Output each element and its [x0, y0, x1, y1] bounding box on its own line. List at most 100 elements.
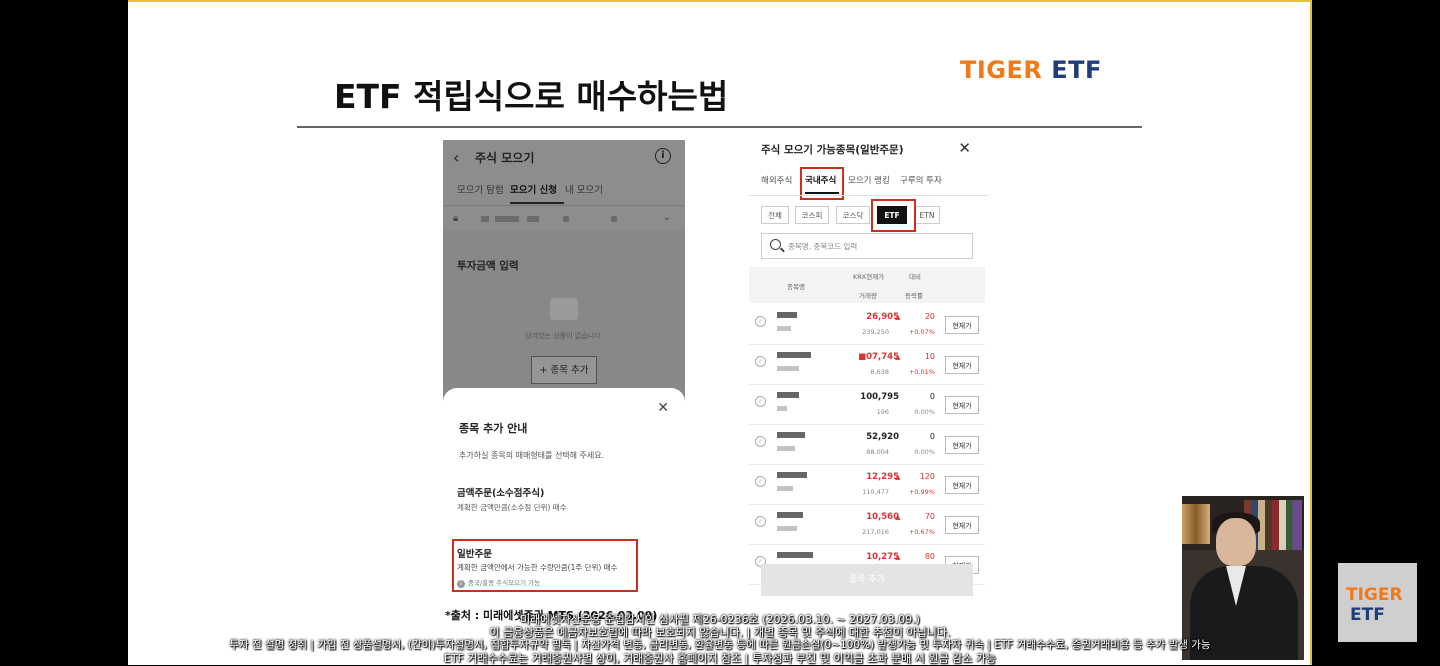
highlight-box — [871, 199, 916, 232]
table-header: 종목명 KRX현재가 거래량 대비 등락률 — [749, 267, 985, 303]
tab-ranking[interactable]: 모으기 랭킹 — [848, 174, 890, 186]
masked-name — [777, 392, 799, 398]
change: 0 — [929, 432, 935, 441]
change: 20 — [924, 312, 935, 321]
up-arrow-icon: ▲ — [895, 553, 901, 561]
search-icon — [770, 239, 781, 250]
lock-icon: 🔒︎ — [453, 213, 459, 224]
chip-kospi[interactable]: 코스피 — [795, 206, 829, 224]
column-change: 대비 — [909, 273, 921, 281]
check-icon[interactable]: ✓ — [755, 476, 766, 487]
option-general-order[interactable]: 일반주문 — [457, 546, 492, 560]
masked-name — [777, 446, 795, 451]
current-price-button[interactable]: 현재가 — [945, 436, 979, 454]
section-title: 투자금액 입력 — [457, 260, 519, 272]
masked-name — [777, 352, 811, 358]
up-arrow-icon: ▲ — [895, 473, 901, 481]
close-icon[interactable]: ✕ — [657, 400, 669, 416]
search-placeholder: 종목명, 종목코드 입력 — [788, 242, 858, 251]
slide-title: ETF 적립식으로 매수하는법 — [334, 77, 729, 116]
masked-account — [611, 216, 617, 222]
tab-guru[interactable]: 구루의 투자 — [900, 174, 942, 186]
masked-name — [777, 472, 807, 478]
masked-name — [777, 432, 805, 438]
column-rate: 등락률 — [905, 292, 923, 300]
change: 10 — [924, 352, 935, 361]
chip-etn[interactable]: ETN — [914, 206, 940, 224]
masked-name — [777, 486, 793, 491]
rate: +0.07% — [908, 328, 935, 336]
rate: +0.99% — [908, 488, 935, 496]
rate: +0.01% — [908, 368, 935, 376]
chip-kosdaq[interactable]: 코스닥 — [836, 206, 870, 224]
screen-title: 주식 모으기 — [475, 151, 535, 165]
change: 70 — [924, 512, 935, 521]
close-icon[interactable]: ✕ — [958, 139, 971, 157]
info-icon[interactable]: i — [655, 148, 671, 164]
bottom-sheet: ✕ 종목 추가 안내 추가하실 종목의 매매형태를 선택해 주세요. 금액주문(… — [443, 388, 685, 600]
tab-overseas[interactable]: 해외주식 — [761, 174, 792, 186]
check-icon[interactable]: ✓ — [755, 316, 766, 327]
add-stock-button[interactable]: + 종목 추가 — [531, 356, 597, 384]
change: 120 — [919, 472, 935, 481]
rate: +0.67% — [908, 528, 935, 536]
frame-border — [1310, 0, 1312, 665]
tab-explore[interactable]: 모으기 탐험 — [457, 182, 504, 196]
price: 52,920 — [866, 432, 899, 442]
info-icon: i — [457, 580, 465, 588]
search-input[interactable]: 종목명, 종목코드 입력 — [761, 233, 973, 259]
volume: 110,477 — [862, 488, 889, 496]
rate: 0.00% — [914, 408, 935, 416]
sheet-title: 종목 추가 안내 — [459, 422, 528, 435]
chevron-down-icon[interactable]: ⌄ — [663, 212, 671, 223]
table-row[interactable]: ✓ 10,560 ▲ 217,016 70 +0.67% 현재가 — [749, 504, 985, 545]
up-arrow-icon: ▲ — [895, 513, 901, 521]
tab-my[interactable]: 내 모으기 — [565, 182, 603, 196]
option-amount-desc: 계획한 금액만큼(소수점 단위) 매수 — [457, 503, 567, 512]
current-price-button[interactable]: 현재가 — [945, 516, 979, 534]
left-phone-screen: ‹ 주식 모으기 i 모으기 탐험 모으기 신청 내 모으기 🔒︎ ⌄ 투자금액… — [443, 140, 685, 600]
check-icon[interactable]: ✓ — [755, 356, 766, 367]
current-price-button[interactable]: 현재가 — [945, 396, 979, 414]
current-price-button[interactable]: 현재가 — [945, 316, 979, 334]
volume: 8,638 — [870, 368, 889, 376]
price: 100,795 — [860, 392, 899, 402]
change: 80 — [924, 552, 935, 561]
current-price-button[interactable]: 현재가 — [945, 476, 979, 494]
current-price-button[interactable]: 현재가 — [945, 356, 979, 374]
column-volume: 거래량 — [859, 292, 877, 300]
rate: 0.00% — [914, 448, 935, 456]
sheet-description: 추가하실 종목의 매매형태를 선택해 주세요. — [459, 451, 605, 460]
masked-name — [777, 406, 787, 411]
check-icon[interactable]: ✓ — [755, 436, 766, 447]
table-row[interactable]: ✓ 52,920 88,004 0 0.00% 현재가 — [749, 424, 985, 465]
masked-account — [495, 216, 519, 222]
table-row[interactable]: ✓ ■07,745 ▲ 8,638 10 +0.01% 현재가 — [749, 344, 985, 385]
check-icon[interactable]: ✓ — [755, 516, 766, 527]
column-name: 종목명 — [787, 283, 805, 291]
chevron-left-icon[interactable]: ‹ — [453, 148, 459, 167]
table-row[interactable]: ✓ 100,795 196 0 0.00% 현재가 — [749, 384, 985, 425]
volume: 217,016 — [862, 528, 889, 536]
table-row[interactable]: ✓ 12,295 ▲ 110,477 120 +0.99% 현재가 — [749, 464, 985, 505]
masked-account — [481, 216, 489, 222]
masked-name — [777, 512, 803, 518]
table-row[interactable]: ✓ 26,905 ▲ 239,250 20 +0.07% 현재가 — [749, 304, 985, 345]
chip-all[interactable]: 전체 — [761, 206, 789, 224]
add-stock-button[interactable]: 종목 추가 — [761, 564, 973, 596]
divider — [443, 205, 685, 206]
column-price: KRX현재가 — [853, 273, 885, 281]
title-divider — [297, 126, 1142, 128]
caption-line: ETF 거래수수료는 거래증권사별 상이, 거래증권사 홈페이지 참조 | 투자… — [443, 652, 997, 665]
option-general-desc: 계획한 금액안에서 가능한 수량만큼(1주 단위) 매수 — [457, 563, 618, 572]
volume: 88,004 — [866, 448, 889, 456]
up-arrow-icon: ▲ — [895, 313, 901, 321]
option-amount-order[interactable]: 금액주문(소수점주식) — [457, 485, 544, 499]
right-phone-screen: 주식 모으기 가능종목(일반주문) ✕ 해외주식 국내주식 모으기 랭킹 구루의… — [749, 138, 989, 600]
volume: 196 — [876, 408, 889, 416]
tab-apply[interactable]: 모으기 신청 — [510, 182, 557, 196]
check-icon[interactable]: ✓ — [755, 396, 766, 407]
empty-state-text: 담겨있는 상품이 없습니다. — [525, 332, 603, 340]
masked-name — [777, 312, 797, 318]
up-arrow-icon: ▲ — [895, 353, 901, 361]
